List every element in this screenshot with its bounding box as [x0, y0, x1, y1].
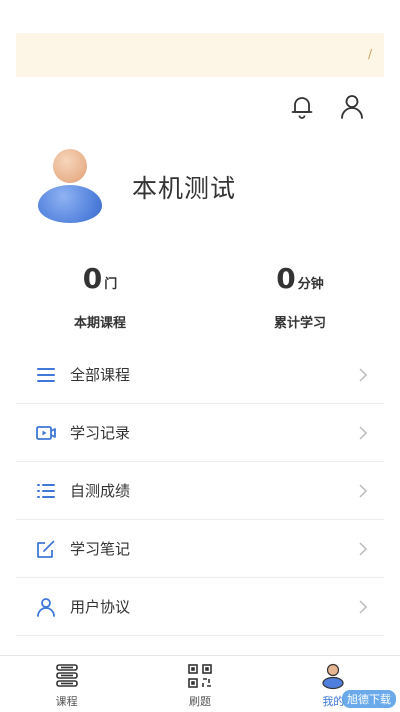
menu-item-user-agreement[interactable]: 用户协议: [16, 578, 384, 636]
video-icon: [36, 425, 56, 440]
banner-mark: /: [367, 47, 372, 61]
tab-courses[interactable]: 课程: [0, 656, 133, 712]
bullet-list-icon: [37, 483, 55, 498]
bell-icon[interactable]: [288, 92, 316, 120]
chevron-right-icon: [359, 483, 368, 498]
header-icons: [288, 92, 366, 120]
chevron-right-icon: [359, 425, 368, 440]
menu-item-test-scores[interactable]: 自测成绩: [16, 462, 384, 520]
menu-item-label: 全部课程: [70, 366, 131, 384]
tab-label: 我的: [322, 695, 345, 708]
menu-item-study-records[interactable]: 学习记录: [16, 404, 384, 462]
notice-banner[interactable]: /: [16, 33, 384, 77]
avatar[interactable]: [36, 149, 104, 225]
tab-practice[interactable]: 刷题: [133, 656, 266, 712]
books-icon: [55, 664, 78, 687]
list-icon: [37, 367, 55, 382]
tab-label: 课程: [55, 695, 78, 708]
stat-study-time: 0 分钟 累计学习: [200, 262, 400, 331]
stat-courses-unit: 门: [104, 277, 118, 292]
menu-item-label: 学习记录: [70, 424, 131, 442]
watermark: 旭德下载: [342, 690, 396, 708]
user-icon[interactable]: [338, 92, 366, 120]
qrcode-icon: [188, 664, 212, 688]
menu-item-label: 用户协议: [70, 598, 131, 616]
stat-courses-value: 0: [82, 262, 103, 295]
username: 本机测试: [132, 174, 237, 203]
avatar-head: [53, 149, 87, 183]
stats-row: 0 门 本期课程 0 分钟 累计学习: [0, 262, 400, 331]
profile-icon: [322, 663, 344, 690]
menu-item-study-notes[interactable]: 学习笔记: [16, 520, 384, 578]
menu-item-label: 自测成绩: [70, 482, 131, 500]
chevron-right-icon: [359, 367, 368, 382]
edit-icon: [37, 540, 55, 558]
person-icon: [37, 597, 55, 617]
bottom-tab-bar: 课程 刷题 我的: [0, 655, 400, 712]
profile-section[interactable]: 本机测试: [36, 148, 236, 226]
menu-item-all-courses[interactable]: 全部课程: [16, 346, 384, 404]
stat-study-time-label: 累计学习: [273, 316, 326, 331]
stat-study-time-unit: 分钟: [297, 277, 324, 292]
stat-courses: 0 门 本期课程: [0, 262, 200, 331]
avatar-body: [38, 185, 102, 223]
chevron-right-icon: [359, 599, 368, 614]
stat-courses-label: 本期课程: [73, 316, 126, 331]
chevron-right-icon: [359, 541, 368, 556]
menu-item-label: 学习笔记: [70, 540, 131, 558]
menu-list: 全部课程 学习记录 自测成绩 学习笔记 用户协议: [16, 346, 384, 636]
stat-study-time-value: 0: [276, 262, 296, 295]
tab-label: 刷题: [188, 695, 211, 708]
